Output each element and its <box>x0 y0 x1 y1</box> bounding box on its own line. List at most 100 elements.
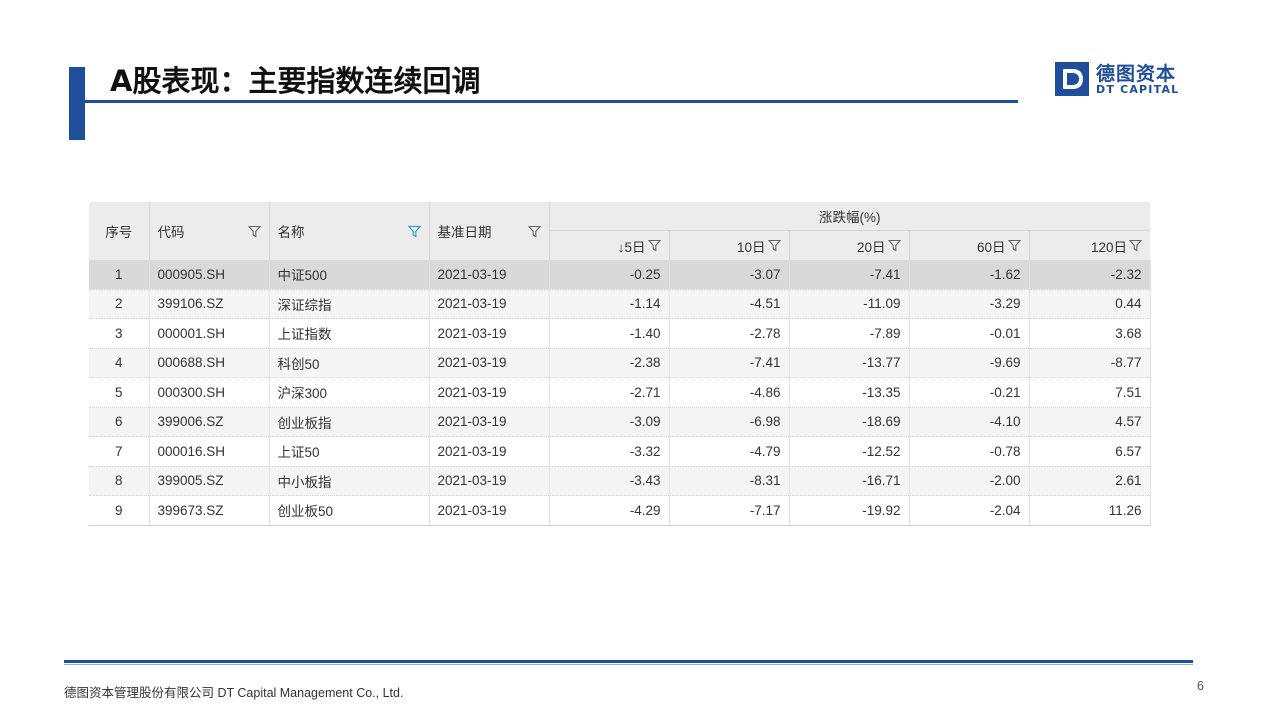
table-row[interactable]: 1 000905.SH 中证500 2021-03-19 -0.25 -3.07 -7.41… <box>89 260 1151 290</box>
title-underline <box>85 100 1018 103</box>
filter-icon[interactable] <box>1007 239 1021 252</box>
cell-change-120d: 3.68 <box>1029 318 1151 349</box>
header-5d[interactable]: ↓5日 <box>549 230 670 260</box>
cell-name: 中小板指 <box>269 466 430 496</box>
cell-name: 创业板50 <box>269 495 430 526</box>
cell-change-60d: -0.01 <box>909 318 1030 349</box>
cell-base-date: 2021-03-19 <box>429 377 550 408</box>
cell-change-20d: -13.77 <box>789 348 910 378</box>
header-base-date[interactable]: 基准日期 <box>429 202 550 260</box>
header-name[interactable]: 名称 <box>269 202 430 260</box>
header-20d-label: 20日 <box>856 239 886 255</box>
title-accent-bar <box>69 67 85 140</box>
header-change-group-label: 涨跌幅(%) <box>819 210 881 225</box>
table-body: 1 000905.SH 中证500 2021-03-19 -0.25 -3.07 -7.41… <box>89 260 1151 526</box>
cell-change-60d: -2.04 <box>909 495 1030 526</box>
header-change-group: 涨跌幅(%) <box>549 202 1151 231</box>
cell-change-120d: 11.26 <box>1029 495 1151 526</box>
cell-change-5d: -2.38 <box>549 348 670 378</box>
cell-change-20d: -16.71 <box>789 466 910 496</box>
cell-change-5d: -3.43 <box>549 466 670 496</box>
cell-change-20d: -7.89 <box>789 318 910 349</box>
cell-change-5d: -2.71 <box>549 377 670 408</box>
header-120d[interactable]: 120日 <box>1029 230 1151 260</box>
cell-seq: 5 <box>89 377 150 408</box>
filter-icon[interactable] <box>767 239 781 252</box>
header-20d[interactable]: 20日 <box>789 230 910 260</box>
header-base-date-label: 基准日期 <box>437 225 492 240</box>
header-code-label: 代码 <box>157 225 185 240</box>
cell-change-10d: -7.17 <box>669 495 790 526</box>
cell-change-5d: -0.25 <box>549 260 670 290</box>
cell-code: 399005.SZ <box>149 466 270 496</box>
cell-change-10d: -4.51 <box>669 289 790 319</box>
cell-code: 000688.SH <box>149 348 270 378</box>
filter-icon[interactable] <box>647 239 661 252</box>
cell-code: 399106.SZ <box>149 289 270 319</box>
cell-name: 深证综指 <box>269 289 430 319</box>
filter-icon[interactable] <box>527 225 541 238</box>
footer-rule <box>64 660 1193 663</box>
cell-change-20d: -13.35 <box>789 377 910 408</box>
cell-code: 000016.SH <box>149 436 270 467</box>
cell-seq: 7 <box>89 436 150 467</box>
header-60d[interactable]: 60日 <box>909 230 1030 260</box>
table-row[interactable]: 7 000016.SH 上证50 2021-03-19 -3.32 -4.79 -12.52… <box>89 436 1151 467</box>
cell-change-10d: -6.98 <box>669 407 790 437</box>
cell-change-10d: -7.41 <box>669 348 790 378</box>
cell-change-120d: 6.57 <box>1029 436 1151 467</box>
table-row[interactable]: 6 399006.SZ 创业板指 2021-03-19 -3.09 -6.98 -18.69… <box>89 407 1151 437</box>
page-title: A股表现：主要指数连续回调 <box>110 64 481 98</box>
cell-seq: 9 <box>89 495 150 526</box>
index-performance-table: 序号 代码 名称 基准日期 涨跌幅(%) ↓5日 10日 20日 60日 120… <box>89 202 1151 526</box>
cell-name: 科创50 <box>269 348 430 378</box>
cell-seq: 1 <box>89 260 150 290</box>
cell-change-10d: -2.78 <box>669 318 790 349</box>
cell-change-60d: -3.29 <box>909 289 1030 319</box>
footer-rule-thin <box>64 664 1193 665</box>
table-row[interactable]: 9 399673.SZ 创业板50 2021-03-19 -4.29 -7.17 -19.9… <box>89 495 1151 526</box>
cell-seq: 3 <box>89 318 150 349</box>
filter-active-icon[interactable] <box>407 225 421 238</box>
table-row[interactable]: 4 000688.SH 科创50 2021-03-19 -2.38 -7.41 -13.77… <box>89 348 1151 378</box>
header-code[interactable]: 代码 <box>149 202 270 260</box>
cell-change-120d: -8.77 <box>1029 348 1151 378</box>
page-number: 6 <box>1197 679 1204 693</box>
header-seq[interactable]: 序号 <box>89 202 150 260</box>
table-row[interactable]: 8 399005.SZ 中小板指 2021-03-19 -3.43 -8.31 -16.71… <box>89 466 1151 496</box>
header-120d-label: 120日 <box>1091 239 1128 255</box>
cell-seq: 8 <box>89 466 150 496</box>
cell-change-5d: -1.14 <box>549 289 670 319</box>
cell-name: 中证500 <box>269 260 430 290</box>
cell-change-120d: 7.51 <box>1029 377 1151 408</box>
table-row[interactable]: 2 399106.SZ 深证综指 2021-03-19 -1.14 -4.51 -11.09… <box>89 289 1151 319</box>
table-row[interactable]: 3 000001.SH 上证指数 2021-03-19 -1.40 -2.78 -7.89-… <box>89 318 1151 349</box>
cell-code: 000905.SH <box>149 260 270 290</box>
filter-icon[interactable] <box>887 239 901 252</box>
cell-code: 399673.SZ <box>149 495 270 526</box>
cell-base-date: 2021-03-19 <box>429 348 550 378</box>
filter-icon[interactable] <box>1129 239 1143 252</box>
header-seq-label: 序号 <box>105 225 133 240</box>
filter-icon[interactable] <box>247 225 261 238</box>
cell-base-date: 2021-03-19 <box>429 495 550 526</box>
table-row[interactable]: 5 000300.SH 沪深300 2021-03-19 -2.71 -4.86 -13.3… <box>89 377 1151 408</box>
header-60d-label: 60日 <box>976 239 1006 255</box>
dt-logo-icon <box>1055 62 1089 96</box>
cell-name: 创业板指 <box>269 407 430 437</box>
cell-change-20d: -12.52 <box>789 436 910 467</box>
header-name-label: 名称 <box>277 225 305 240</box>
cell-name: 沪深300 <box>269 377 430 408</box>
header-10d-label: 10日 <box>736 239 766 255</box>
cell-change-20d: -19.92 <box>789 495 910 526</box>
header-10d[interactable]: 10日 <box>669 230 790 260</box>
cell-change-60d: -0.78 <box>909 436 1030 467</box>
cell-change-20d: -11.09 <box>789 289 910 319</box>
cell-change-60d: -1.62 <box>909 260 1030 290</box>
cell-base-date: 2021-03-19 <box>429 466 550 496</box>
header-5d-label: ↓5日 <box>617 239 646 255</box>
cell-change-10d: -4.79 <box>669 436 790 467</box>
cell-change-120d: 4.57 <box>1029 407 1151 437</box>
cell-change-10d: -8.31 <box>669 466 790 496</box>
cell-base-date: 2021-03-19 <box>429 260 550 290</box>
